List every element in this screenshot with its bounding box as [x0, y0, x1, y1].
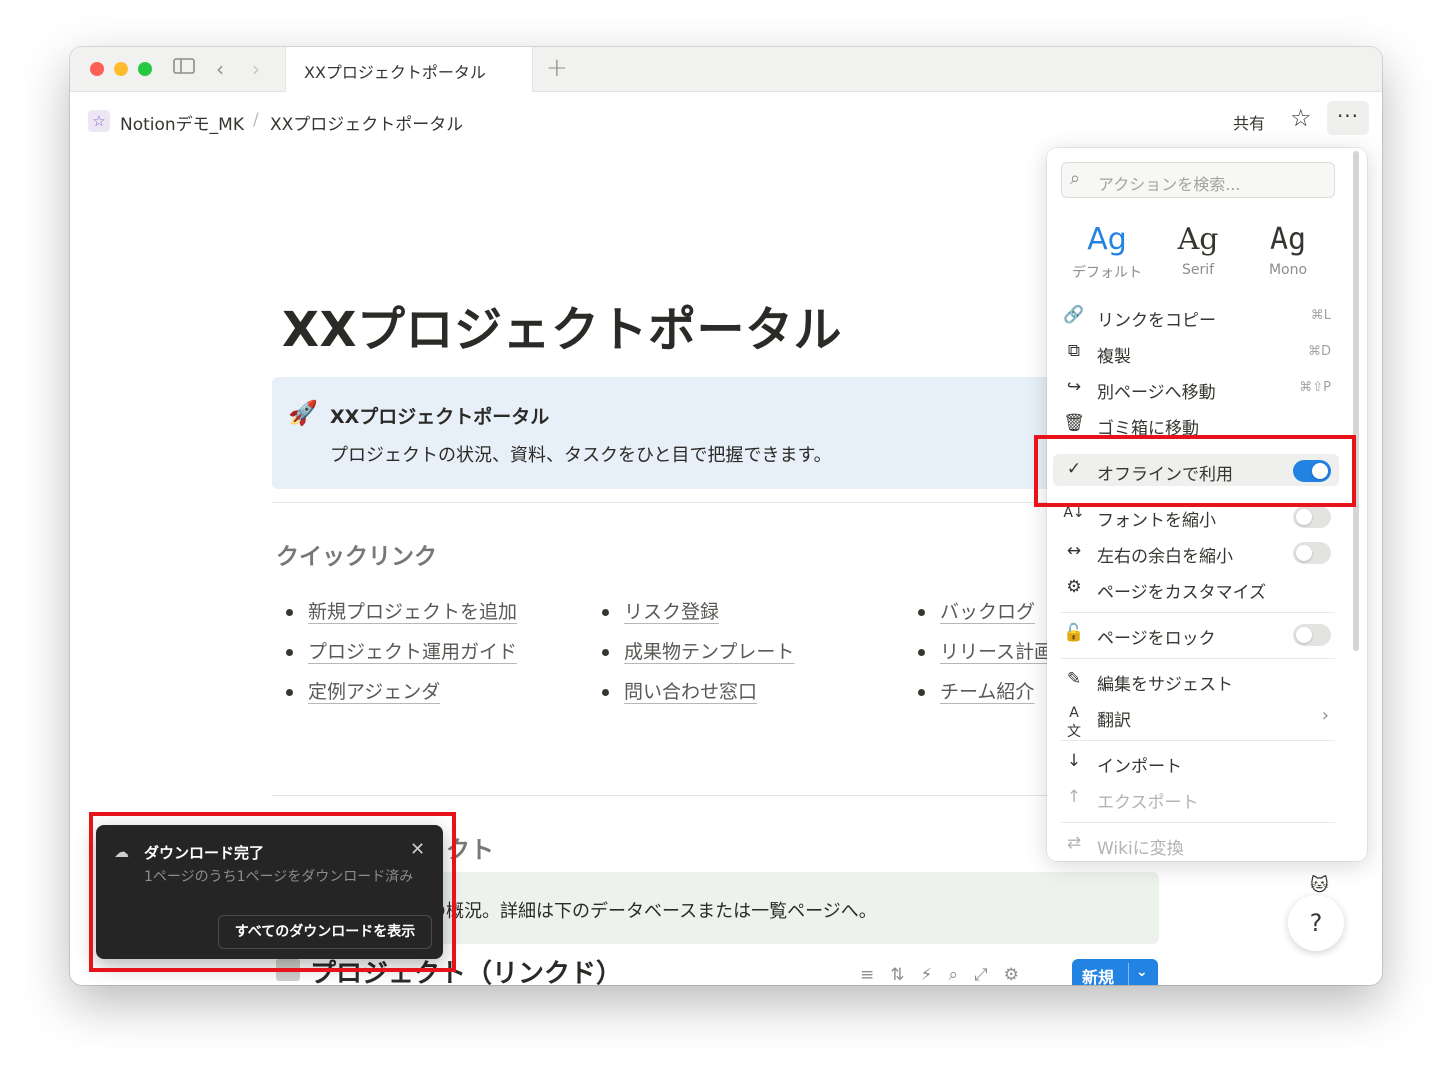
menu-scrollbar[interactable] [1353, 151, 1359, 651]
callout-text: クトの概況。詳細は下のデータベースまたは一覧ページへ。 [392, 901, 877, 922]
lock-toggle[interactable] [1293, 624, 1331, 646]
quicklink-item[interactable]: リリース計画 [908, 637, 1068, 667]
search-icon[interactable]: ⌕ [948, 965, 974, 985]
maximize-window-button[interactable] [138, 62, 152, 76]
rocket-icon: 🚀 [288, 399, 318, 427]
trash-icon: 🗑 [1063, 413, 1085, 433]
forward-arrow-icon[interactable]: › [252, 56, 260, 82]
breadcrumb-page[interactable]: XXプロジェクトポータル [270, 110, 463, 135]
sort-icon[interactable]: ⇅ [890, 965, 920, 985]
share-button[interactable]: 共有 [1233, 110, 1265, 134]
wiki-convert-icon: ⇄ [1066, 833, 1082, 853]
sliders-icon: ⚙ [1066, 577, 1082, 597]
help-button[interactable]: ? [1288, 895, 1344, 951]
tab-active[interactable]: XXプロジェクトポータル [285, 47, 533, 92]
menu-item-wiki[interactable]: ⇄ Wikiに変換 [1053, 828, 1339, 860]
chevron-down-icon[interactable]: ⌄ [1136, 964, 1148, 980]
action-search-input[interactable]: ⌕ アクションを検索... [1061, 162, 1335, 198]
duplicate-icon: ⧉ [1067, 341, 1081, 361]
back-arrow-icon[interactable]: ‹ [216, 56, 224, 82]
menu-separator [1061, 658, 1335, 659]
menu-item-full-width[interactable]: ↔ 左右の余白を縮小 [1053, 536, 1339, 568]
chevron-right-icon: › [1321, 705, 1329, 726]
quicklink-item[interactable]: 新規プロジェクトを追加 [276, 597, 526, 627]
filter-icon[interactable]: ≡ [860, 965, 890, 985]
menu-separator [1061, 740, 1335, 741]
font-size-icon: A↓ [1063, 505, 1085, 521]
close-window-button[interactable] [90, 62, 104, 76]
new-tab-plus-icon[interactable]: + [546, 53, 568, 83]
title-bar: ‹ › XXプロジェクトポータル + [70, 47, 1382, 92]
lock-icon: 🔓 [1063, 623, 1085, 643]
quicklinks-column-1: 新規プロジェクトを追加 プロジェクト運用ガイド 定例アジェンダ [276, 597, 526, 717]
new-button-label: 新規 [1082, 968, 1115, 985]
favorite-star-icon[interactable]: ☆ [1290, 104, 1312, 132]
menu-item-customize[interactable]: ⚙ ページをカスタマイズ [1053, 572, 1339, 604]
menu-item-copy-link[interactable]: 🔗 リンクをコピー ⌘L [1053, 300, 1339, 332]
menu-item-export[interactable]: ↑ エクスポート [1053, 782, 1339, 814]
quicklink-item[interactable]: プロジェクト運用ガイド [276, 637, 526, 667]
menu-item-duplicate[interactable]: ⧉ 複製 ⌘D [1053, 336, 1339, 368]
expand-icon[interactable]: ⤢ [974, 965, 1004, 985]
quicklinks-column-2: リスク登録 成果物テンプレート 問い合わせ窓口 [592, 597, 862, 717]
font-option-default[interactable]: Ag デフォルト [1062, 220, 1152, 282]
browser-window: ‹ › XXプロジェクトポータル + ☆ Notionデモ_MK / XXプロジ… [70, 47, 1382, 985]
quicklink-item[interactable]: 成果物テンプレート [592, 637, 862, 667]
suggest-edit-icon: ✎ [1066, 669, 1082, 689]
settings-icon[interactable]: ⚙ [1004, 965, 1035, 985]
workspace-star-icon: ☆ [88, 110, 110, 132]
move-arrow-icon: ↪ [1066, 377, 1082, 397]
menu-separator [1061, 612, 1335, 613]
quicklink-item[interactable]: リスク登録 [592, 597, 862, 627]
font-option-mono[interactable]: Ag Mono [1243, 220, 1333, 278]
highlight-box-offline [1034, 435, 1356, 507]
page-topbar: ☆ Notionデモ_MK / XXプロジェクトポータル 共有 ☆ ··· [70, 92, 1382, 148]
upload-arrow-icon: ↑ [1066, 787, 1082, 807]
menu-item-suggest[interactable]: ✎ 編集をサジェスト [1053, 664, 1339, 696]
width-arrows-icon: ↔ [1066, 541, 1082, 561]
small-text-toggle[interactable] [1293, 506, 1331, 528]
tab-title: XXプロジェクトポータル [304, 63, 486, 82]
cat-mascot-icon: 🐱 [1310, 875, 1329, 896]
quicklink-item[interactable]: 定例アジェンダ [276, 677, 526, 707]
sidebar-toggle-icon[interactable] [172, 56, 196, 82]
menu-separator [1061, 822, 1335, 823]
new-entry-button[interactable]: 新規 ⌄ [1072, 959, 1158, 985]
link-icon: 🔗 [1063, 305, 1085, 325]
minimize-window-button[interactable] [114, 62, 128, 76]
divider [272, 795, 1052, 796]
download-arrow-icon: ↓ [1066, 751, 1082, 771]
highlight-box-toast [89, 812, 456, 972]
menu-item-move-to[interactable]: ↪ 別ページへ移動 ⌘⇧P [1053, 372, 1339, 404]
breadcrumb-workspace[interactable]: Notionデモ_MK [120, 110, 244, 135]
quicklinks-column-3: バックログ リリース計画 チーム紹介 [908, 597, 1068, 717]
callout-title: XXプロジェクトポータル [330, 406, 550, 428]
full-width-toggle[interactable] [1293, 542, 1331, 564]
search-placeholder: アクションを検索... [1098, 175, 1241, 194]
translate-icon: A文 [1067, 705, 1081, 740]
callout-description: プロジェクトの状況、資料、タスクをひと目で把握できます。 [330, 445, 832, 466]
menu-item-lock[interactable]: 🔓 ページをロック [1053, 618, 1339, 650]
quicklink-item[interactable]: バックログ [908, 597, 1068, 627]
search-icon: ⌕ [1070, 168, 1081, 189]
quicklink-item[interactable]: 問い合わせ窓口 [592, 677, 862, 707]
menu-item-translate[interactable]: A文 翻訳 › [1053, 700, 1339, 740]
menu-item-import[interactable]: ↓ インポート [1053, 746, 1339, 778]
quicklinks-heading: クイックリンク [276, 544, 437, 570]
automation-icon[interactable]: ⚡ [921, 965, 949, 985]
more-options-button[interactable]: ··· [1327, 101, 1369, 135]
breadcrumb-separator: / [253, 110, 259, 130]
page-title: XXプロジェクトポータル [282, 302, 843, 358]
font-option-serif[interactable]: Ag Serif [1153, 220, 1243, 278]
quicklink-item[interactable]: チーム紹介 [908, 677, 1068, 707]
database-toolbar: ≡⇅⚡⌕⤢⚙ [860, 965, 1035, 985]
